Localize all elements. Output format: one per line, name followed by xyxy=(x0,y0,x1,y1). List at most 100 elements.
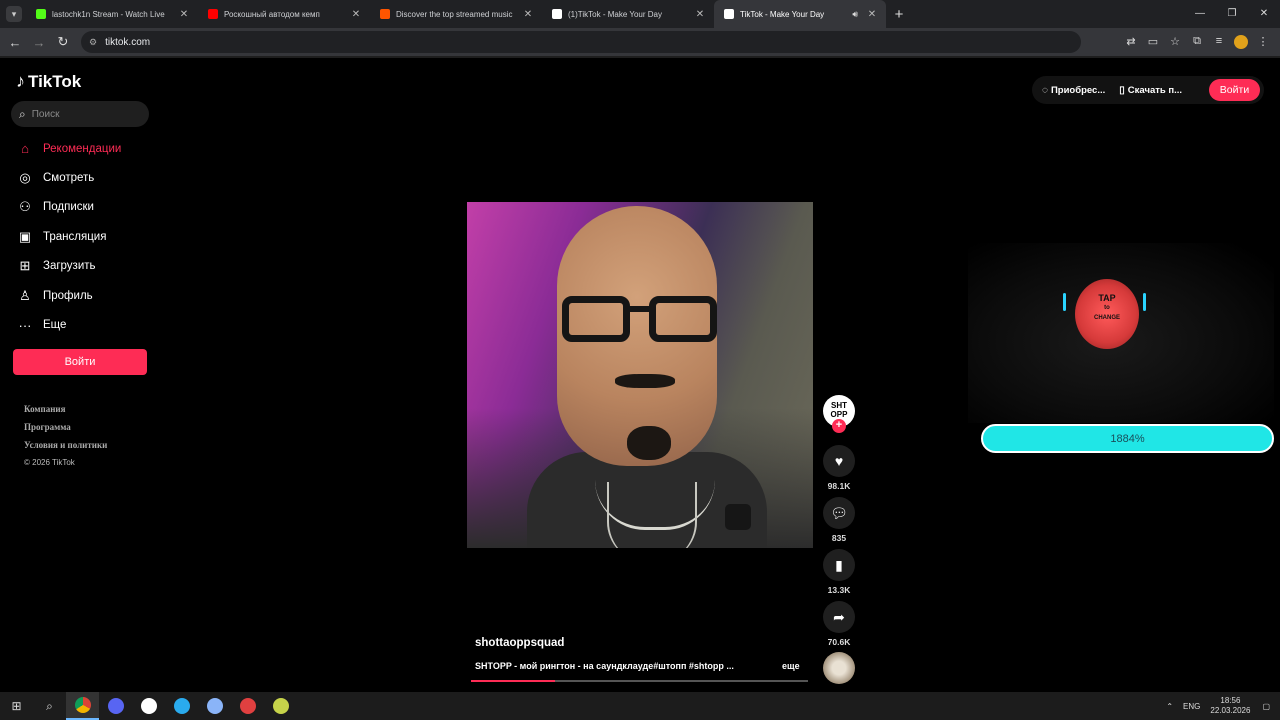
minimize-icon[interactable]: — xyxy=(1184,0,1216,28)
more-button[interactable]: еще xyxy=(782,661,800,671)
sidebar-item-label: Рекомендации xyxy=(43,142,122,155)
bookmark-icon: ▮ xyxy=(835,556,843,573)
browser-tab[interactable]: lastochk1n Stream - Watch Live ✕ xyxy=(26,0,198,28)
search-input[interactable]: ⌕ Поиск xyxy=(11,101,149,127)
save-button[interactable]: ▮ xyxy=(823,549,855,581)
tiktok-logo[interactable]: ♪ TikTok xyxy=(16,71,81,92)
close-tab-icon[interactable]: ✕ xyxy=(350,9,362,20)
video-person-mustache xyxy=(615,374,675,388)
app-icon[interactable] xyxy=(264,692,297,720)
cast-icon[interactable]: ▭ xyxy=(1142,35,1164,49)
extensions-icon[interactable]: ⧉ xyxy=(1186,35,1208,49)
youtube-favicon-icon xyxy=(208,9,218,19)
address-bar-row: ← → ↻ ⚙ tiktok.com ⇄ ▭ ☆ ⧉ ≡ ⋮ xyxy=(0,28,1280,56)
sidebar-item-label: Загрузить xyxy=(43,260,96,273)
share-button[interactable]: ➦ xyxy=(823,601,855,633)
url-text: tiktok.com xyxy=(105,36,151,48)
share-icon: ➦ xyxy=(833,608,845,625)
soundcloud-favicon-icon xyxy=(380,9,390,19)
language-indicator[interactable]: ENG xyxy=(1183,702,1200,711)
app-icon[interactable] xyxy=(198,692,231,720)
sidebar-item-upload[interactable]: ⊞ Загрузить xyxy=(0,252,160,281)
copyright: © 2026 TikTok xyxy=(24,458,75,467)
search-icon[interactable]: ⌕ xyxy=(33,692,66,720)
reload-icon[interactable]: ↻ xyxy=(51,34,75,50)
telegram-app-icon[interactable] xyxy=(165,692,198,720)
compass-icon: ◎ xyxy=(19,170,31,186)
like-count: 98.1K xyxy=(827,481,851,491)
tiktok-favicon-icon xyxy=(552,9,562,19)
overlay-light-right xyxy=(1143,293,1146,311)
restore-icon[interactable]: ❐ xyxy=(1216,0,1248,28)
browser-menu-icon[interactable]: ⋮ xyxy=(1252,35,1274,49)
footer-link-program[interactable]: Программа xyxy=(24,422,107,440)
new-tab-button[interactable]: + xyxy=(886,6,912,23)
sidebar-login-button[interactable]: Войти xyxy=(13,349,147,375)
profile-avatar-icon[interactable] xyxy=(1234,35,1248,49)
close-window-icon[interactable]: ✕ xyxy=(1248,0,1280,28)
bookmark-star-icon[interactable]: ☆ xyxy=(1164,35,1186,49)
sidebar-item-recommendations[interactable]: ⌂ Рекомендации xyxy=(0,134,160,163)
download-app-button[interactable]: ▯ Скачать п... xyxy=(1119,85,1182,96)
sidebar-item-profile[interactable]: ♙ Профиль xyxy=(0,281,160,310)
phone-icon: ▯ xyxy=(1119,84,1125,96)
close-tab-icon[interactable]: ✕ xyxy=(866,9,878,20)
chrome-app-icon[interactable] xyxy=(66,692,99,720)
sidebar-nav: ⌂ Рекомендации ◎ Смотреть ⚇ Подписки ▣ Т… xyxy=(0,134,160,340)
notifications-icon[interactable]: ▢ xyxy=(1262,702,1270,711)
video-player[interactable] xyxy=(467,202,813,548)
video-progress-bar[interactable] xyxy=(471,680,808,682)
get-coins-button[interactable]: ◌ Приобрес... xyxy=(1042,85,1105,96)
clock[interactable]: 18:56 22.03.2026 xyxy=(1210,696,1250,716)
close-tab-icon[interactable]: ✕ xyxy=(178,9,190,20)
browser-tab[interactable]: Discover the top streamed music ✕ xyxy=(370,0,542,28)
comment-button[interactable]: 💬︎ xyxy=(823,497,855,529)
footer-link-company[interactable]: Компания xyxy=(24,404,107,422)
browser-tab-strip: ▾ lastochk1n Stream - Watch Live ✕ Роско… xyxy=(0,0,1280,28)
save-count: 13.3K xyxy=(827,585,851,595)
upload-icon: ⊞ xyxy=(19,258,31,274)
header-login-button[interactable]: Войти xyxy=(1209,79,1260,101)
like-button[interactable]: ♥ xyxy=(823,445,855,477)
sidebar-item-explore[interactable]: ◎ Смотреть xyxy=(0,163,160,192)
mask-text: to xyxy=(1104,305,1110,311)
speaker-icon[interactable]: 🔊︎ xyxy=(852,9,858,20)
tab-search-button[interactable]: ▾ xyxy=(6,6,22,22)
sidebar-item-more[interactable]: ··· Еще xyxy=(0,310,160,339)
browser-tab[interactable]: Роскошный автодом кемп ✕ xyxy=(198,0,370,28)
overlay-mask-face: TAP to CHANGE xyxy=(1075,279,1139,349)
back-icon[interactable]: ← xyxy=(3,35,27,50)
site-info-icon[interactable]: ⚙ xyxy=(89,37,97,48)
tab-title: Роскошный автодом кемп xyxy=(224,9,320,19)
sidebar-item-following[interactable]: ⚇ Подписки xyxy=(0,193,160,222)
music-disc[interactable] xyxy=(823,652,855,684)
tab-title: lastochk1n Stream - Watch Live xyxy=(52,9,165,19)
search-icon: ⌕ xyxy=(19,106,26,121)
discord-app-icon[interactable] xyxy=(99,692,132,720)
system-tray: ⌃ ENG 18:56 22.03.2026 ▢ xyxy=(1166,692,1280,720)
url-bar[interactable]: ⚙ tiktok.com xyxy=(81,31,1081,53)
overlay-progress-bar: 1884% xyxy=(981,424,1274,453)
yandex-app-icon[interactable] xyxy=(132,692,165,720)
app-icon[interactable] xyxy=(231,692,264,720)
tab-list: lastochk1n Stream - Watch Live ✕ Роскошн… xyxy=(26,0,886,28)
tray-expand-icon[interactable]: ⌃ xyxy=(1166,702,1173,711)
close-tab-icon[interactable]: ✕ xyxy=(522,9,534,20)
follow-plus-icon[interactable]: + xyxy=(832,419,846,433)
sidebar-item-live[interactable]: ▣ Трансляция xyxy=(0,222,160,251)
clock-time: 18:56 xyxy=(1220,696,1241,705)
translate-icon[interactable]: ⇄ xyxy=(1120,35,1142,49)
windows-start-icon[interactable]: ⊞ xyxy=(0,692,33,720)
close-tab-icon[interactable]: ✕ xyxy=(694,9,706,20)
media-controls-icon[interactable]: ≡ xyxy=(1208,35,1230,49)
sidebar: ♪ TikTok ⌕ Поиск ⌂ Рекомендации ◎ Смотре… xyxy=(0,58,160,692)
tab-title: Discover the top streamed music xyxy=(396,9,513,19)
browser-tab[interactable]: (1)TikTok - Make Your Day ✕ xyxy=(542,0,714,28)
footer-link-terms[interactable]: Условия и политики xyxy=(24,440,107,458)
sidebar-item-label: Подписки xyxy=(43,201,94,214)
tab-title: TikTok - Make Your Day xyxy=(740,9,825,19)
browser-tab-active[interactable]: TikTok - Make Your Day 🔊︎ ✕ xyxy=(714,0,886,28)
creator-username[interactable]: shottaoppsquad xyxy=(475,637,564,649)
forward-icon[interactable]: → xyxy=(27,35,51,50)
heart-icon: ♥ xyxy=(834,453,844,469)
